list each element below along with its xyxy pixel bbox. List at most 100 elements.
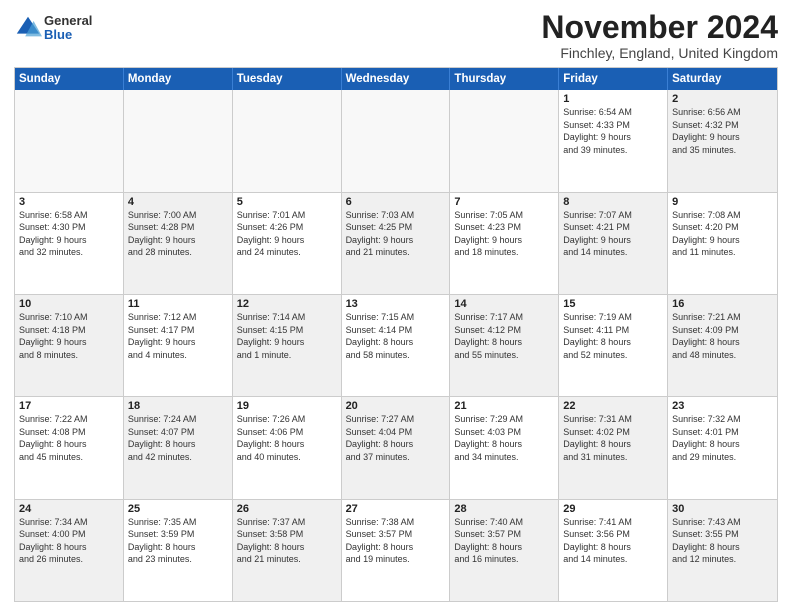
cal-cell [233, 90, 342, 191]
logo-icon [14, 14, 42, 42]
day-info: Sunrise: 6:56 AM Sunset: 4:32 PM Dayligh… [672, 106, 773, 156]
day-number: 26 [237, 503, 337, 515]
day-number: 15 [563, 298, 663, 310]
cal-cell: 8Sunrise: 7:07 AM Sunset: 4:21 PM Daylig… [559, 193, 668, 294]
day-info: Sunrise: 7:15 AM Sunset: 4:14 PM Dayligh… [346, 311, 446, 361]
cal-cell: 24Sunrise: 7:34 AM Sunset: 4:00 PM Dayli… [15, 500, 124, 601]
week-row-1: 1Sunrise: 6:54 AM Sunset: 4:33 PM Daylig… [15, 90, 777, 192]
day-number: 29 [563, 503, 663, 515]
cal-cell: 26Sunrise: 7:37 AM Sunset: 3:58 PM Dayli… [233, 500, 342, 601]
cal-cell: 23Sunrise: 7:32 AM Sunset: 4:01 PM Dayli… [668, 397, 777, 498]
cal-cell: 3Sunrise: 6:58 AM Sunset: 4:30 PM Daylig… [15, 193, 124, 294]
cal-cell: 7Sunrise: 7:05 AM Sunset: 4:23 PM Daylig… [450, 193, 559, 294]
day-info: Sunrise: 7:08 AM Sunset: 4:20 PM Dayligh… [672, 209, 773, 259]
day-number: 30 [672, 503, 773, 515]
page: General Blue November 2024 Finchley, Eng… [0, 0, 792, 612]
day-number: 21 [454, 400, 554, 412]
day-number: 14 [454, 298, 554, 310]
cal-cell [124, 90, 233, 191]
cal-cell: 11Sunrise: 7:12 AM Sunset: 4:17 PM Dayli… [124, 295, 233, 396]
cal-cell: 4Sunrise: 7:00 AM Sunset: 4:28 PM Daylig… [124, 193, 233, 294]
day-info: Sunrise: 7:05 AM Sunset: 4:23 PM Dayligh… [454, 209, 554, 259]
cal-cell: 20Sunrise: 7:27 AM Sunset: 4:04 PM Dayli… [342, 397, 451, 498]
title-block: November 2024 Finchley, England, United … [541, 10, 778, 61]
day-number: 11 [128, 298, 228, 310]
day-number: 9 [672, 196, 773, 208]
cal-cell: 2Sunrise: 6:56 AM Sunset: 4:32 PM Daylig… [668, 90, 777, 191]
day-number: 7 [454, 196, 554, 208]
header-day-sunday: Sunday [15, 68, 124, 90]
day-number: 17 [19, 400, 119, 412]
day-info: Sunrise: 7:01 AM Sunset: 4:26 PM Dayligh… [237, 209, 337, 259]
day-number: 3 [19, 196, 119, 208]
calendar-header: SundayMondayTuesdayWednesdayThursdayFrid… [15, 68, 777, 90]
cal-cell: 30Sunrise: 7:43 AM Sunset: 3:55 PM Dayli… [668, 500, 777, 601]
day-number: 23 [672, 400, 773, 412]
month-title: November 2024 [541, 10, 778, 45]
logo-general: General [44, 14, 92, 28]
header-day-friday: Friday [559, 68, 668, 90]
cal-cell [15, 90, 124, 191]
week-row-4: 17Sunrise: 7:22 AM Sunset: 4:08 PM Dayli… [15, 397, 777, 499]
day-info: Sunrise: 7:37 AM Sunset: 3:58 PM Dayligh… [237, 516, 337, 566]
day-number: 18 [128, 400, 228, 412]
day-info: Sunrise: 7:32 AM Sunset: 4:01 PM Dayligh… [672, 413, 773, 463]
header-day-wednesday: Wednesday [342, 68, 451, 90]
day-number: 4 [128, 196, 228, 208]
calendar-body: 1Sunrise: 6:54 AM Sunset: 4:33 PM Daylig… [15, 90, 777, 601]
day-number: 10 [19, 298, 119, 310]
cal-cell: 1Sunrise: 6:54 AM Sunset: 4:33 PM Daylig… [559, 90, 668, 191]
day-info: Sunrise: 7:17 AM Sunset: 4:12 PM Dayligh… [454, 311, 554, 361]
header-day-thursday: Thursday [450, 68, 559, 90]
cal-cell: 15Sunrise: 7:19 AM Sunset: 4:11 PM Dayli… [559, 295, 668, 396]
day-info: Sunrise: 7:10 AM Sunset: 4:18 PM Dayligh… [19, 311, 119, 361]
logo-blue: Blue [44, 28, 92, 42]
cal-cell: 27Sunrise: 7:38 AM Sunset: 3:57 PM Dayli… [342, 500, 451, 601]
day-number: 1 [563, 93, 663, 105]
day-info: Sunrise: 7:35 AM Sunset: 3:59 PM Dayligh… [128, 516, 228, 566]
cal-cell: 9Sunrise: 7:08 AM Sunset: 4:20 PM Daylig… [668, 193, 777, 294]
day-info: Sunrise: 7:21 AM Sunset: 4:09 PM Dayligh… [672, 311, 773, 361]
cal-cell: 19Sunrise: 7:26 AM Sunset: 4:06 PM Dayli… [233, 397, 342, 498]
cal-cell: 6Sunrise: 7:03 AM Sunset: 4:25 PM Daylig… [342, 193, 451, 294]
calendar: SundayMondayTuesdayWednesdayThursdayFrid… [14, 67, 778, 602]
week-row-5: 24Sunrise: 7:34 AM Sunset: 4:00 PM Dayli… [15, 500, 777, 601]
day-number: 22 [563, 400, 663, 412]
day-info: Sunrise: 7:43 AM Sunset: 3:55 PM Dayligh… [672, 516, 773, 566]
day-number: 16 [672, 298, 773, 310]
cal-cell: 16Sunrise: 7:21 AM Sunset: 4:09 PM Dayli… [668, 295, 777, 396]
cal-cell: 10Sunrise: 7:10 AM Sunset: 4:18 PM Dayli… [15, 295, 124, 396]
cal-cell: 13Sunrise: 7:15 AM Sunset: 4:14 PM Dayli… [342, 295, 451, 396]
week-row-2: 3Sunrise: 6:58 AM Sunset: 4:30 PM Daylig… [15, 193, 777, 295]
day-info: Sunrise: 7:27 AM Sunset: 4:04 PM Dayligh… [346, 413, 446, 463]
cal-cell: 25Sunrise: 7:35 AM Sunset: 3:59 PM Dayli… [124, 500, 233, 601]
day-info: Sunrise: 7:24 AM Sunset: 4:07 PM Dayligh… [128, 413, 228, 463]
day-number: 19 [237, 400, 337, 412]
cal-cell [450, 90, 559, 191]
day-info: Sunrise: 7:34 AM Sunset: 4:00 PM Dayligh… [19, 516, 119, 566]
cal-cell: 18Sunrise: 7:24 AM Sunset: 4:07 PM Dayli… [124, 397, 233, 498]
cal-cell: 21Sunrise: 7:29 AM Sunset: 4:03 PM Dayli… [450, 397, 559, 498]
day-info: Sunrise: 7:29 AM Sunset: 4:03 PM Dayligh… [454, 413, 554, 463]
day-info: Sunrise: 7:12 AM Sunset: 4:17 PM Dayligh… [128, 311, 228, 361]
header-day-monday: Monday [124, 68, 233, 90]
logo: General Blue [14, 14, 92, 43]
week-row-3: 10Sunrise: 7:10 AM Sunset: 4:18 PM Dayli… [15, 295, 777, 397]
day-info: Sunrise: 7:07 AM Sunset: 4:21 PM Dayligh… [563, 209, 663, 259]
header-day-tuesday: Tuesday [233, 68, 342, 90]
day-number: 27 [346, 503, 446, 515]
day-info: Sunrise: 7:40 AM Sunset: 3:57 PM Dayligh… [454, 516, 554, 566]
cal-cell: 14Sunrise: 7:17 AM Sunset: 4:12 PM Dayli… [450, 295, 559, 396]
day-number: 5 [237, 196, 337, 208]
day-number: 20 [346, 400, 446, 412]
day-info: Sunrise: 7:41 AM Sunset: 3:56 PM Dayligh… [563, 516, 663, 566]
cal-cell: 17Sunrise: 7:22 AM Sunset: 4:08 PM Dayli… [15, 397, 124, 498]
day-info: Sunrise: 7:14 AM Sunset: 4:15 PM Dayligh… [237, 311, 337, 361]
cal-cell [342, 90, 451, 191]
day-number: 25 [128, 503, 228, 515]
header-day-saturday: Saturday [668, 68, 777, 90]
cal-cell: 22Sunrise: 7:31 AM Sunset: 4:02 PM Dayli… [559, 397, 668, 498]
cal-cell: 29Sunrise: 7:41 AM Sunset: 3:56 PM Dayli… [559, 500, 668, 601]
day-number: 12 [237, 298, 337, 310]
day-info: Sunrise: 7:22 AM Sunset: 4:08 PM Dayligh… [19, 413, 119, 463]
